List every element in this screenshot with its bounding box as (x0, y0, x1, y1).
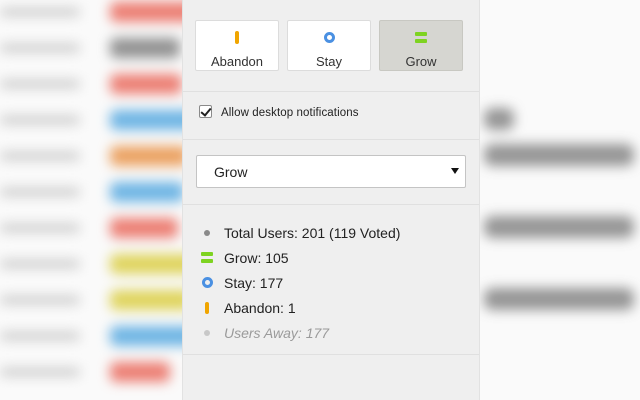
stay-label: Stay (315, 54, 342, 69)
stat-stay-text: Stay: 177 (224, 274, 284, 291)
stay-icon (323, 31, 335, 43)
vote-select[interactable]: Grow (196, 155, 466, 188)
notifications-checkbox[interactable] (199, 104, 212, 118)
bullet-icon (204, 229, 210, 236)
notifications-toggle[interactable]: Allow desktop notifications (199, 104, 359, 119)
grow-icon (201, 252, 213, 263)
abandon-label: Abandon (210, 54, 264, 69)
grow-icon (415, 31, 427, 43)
vote-buttons: Abandon Stay Grow (195, 20, 463, 71)
stats-list: Total Users: 201 (119 Voted) Grow: 105 S… (201, 220, 400, 345)
vote-select-value: Grow (214, 163, 248, 180)
stat-grow-text: Grow: 105 (224, 249, 289, 266)
stat-grow: Grow: 105 (201, 245, 400, 270)
stat-abandon-text: Abandon: 1 (224, 299, 296, 316)
stay-icon (201, 277, 213, 288)
stat-total-users: Total Users: 201 (119 Voted) (201, 220, 400, 245)
divider (183, 204, 479, 205)
vote-panel: Abandon Stay Grow Allow desktop notifica… (182, 0, 480, 400)
stat-stay: Stay: 177 (201, 270, 400, 295)
divider (183, 91, 479, 92)
notifications-label: Allow desktop notifications (221, 107, 359, 119)
chevron-down-icon[interactable] (451, 168, 459, 174)
abandon-icon (205, 301, 209, 314)
grow-button[interactable]: Grow (379, 20, 463, 71)
grow-label: Grow (405, 54, 437, 69)
stat-users-away: Users Away: 177 (201, 320, 400, 345)
stat-abandon: Abandon: 1 (201, 295, 400, 320)
stay-button[interactable]: Stay (287, 20, 371, 71)
abandon-icon (235, 30, 239, 44)
abandon-button[interactable]: Abandon (195, 20, 279, 71)
divider (183, 139, 479, 140)
stat-away-text: Users Away: 177 (224, 324, 330, 341)
bullet-icon (204, 329, 210, 336)
stat-total-text: Total Users: 201 (119 Voted) (224, 224, 401, 241)
divider (183, 354, 479, 355)
